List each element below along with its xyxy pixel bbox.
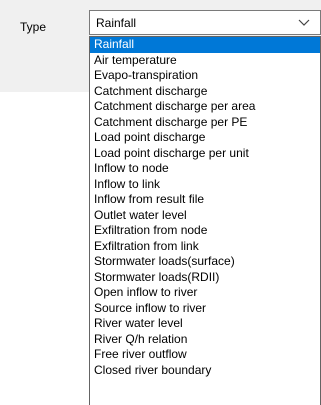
dropdown-option[interactable]: River Q/h relation xyxy=(90,332,320,348)
type-dropdown-list[interactable]: Rainfall Air temperature Evapo-transpirati… xyxy=(89,36,321,405)
dropdown-option[interactable]: Source inflow to river xyxy=(90,301,320,317)
dropdown-option[interactable]: Inflow from result file xyxy=(90,192,320,208)
type-combobox[interactable]: Rainfall xyxy=(89,10,321,35)
type-label: Type xyxy=(20,20,47,34)
dropdown-option[interactable]: Free river outflow xyxy=(90,347,320,363)
dropdown-option[interactable]: Outlet water level xyxy=(90,208,320,224)
dropdown-option[interactable]: Catchment discharge xyxy=(90,84,320,100)
dropdown-option[interactable]: Catchment discharge per area xyxy=(90,99,320,115)
dropdown-option[interactable]: Air temperature xyxy=(90,53,320,69)
dropdown-option[interactable]: River water level xyxy=(90,316,320,332)
dropdown-option[interactable]: Catchment discharge per PE xyxy=(90,115,320,131)
dropdown-option[interactable]: Inflow to link xyxy=(90,177,320,193)
dropdown-option[interactable]: Exfiltration from link xyxy=(90,239,320,255)
dropdown-option[interactable]: Stormwater loads(surface) xyxy=(90,254,320,270)
dropdown-option[interactable]: Closed river boundary xyxy=(90,363,320,379)
type-combobox-value: Rainfall xyxy=(96,16,137,30)
dropdown-option[interactable]: Load point discharge per unit xyxy=(90,146,320,162)
dropdown-option[interactable]: Inflow to node xyxy=(90,161,320,177)
chevron-down-icon[interactable] xyxy=(298,17,310,27)
dropdown-option[interactable]: Rainfall xyxy=(90,37,320,53)
dropdown-option[interactable]: Load point discharge xyxy=(90,130,320,146)
dropdown-option[interactable]: Open inflow to river xyxy=(90,285,320,301)
dropdown-option[interactable]: Exfiltration from node xyxy=(90,223,320,239)
dropdown-option[interactable]: Stormwater loads(RDII) xyxy=(90,270,320,286)
dropdown-option[interactable]: Evapo-transpiration xyxy=(90,68,320,84)
